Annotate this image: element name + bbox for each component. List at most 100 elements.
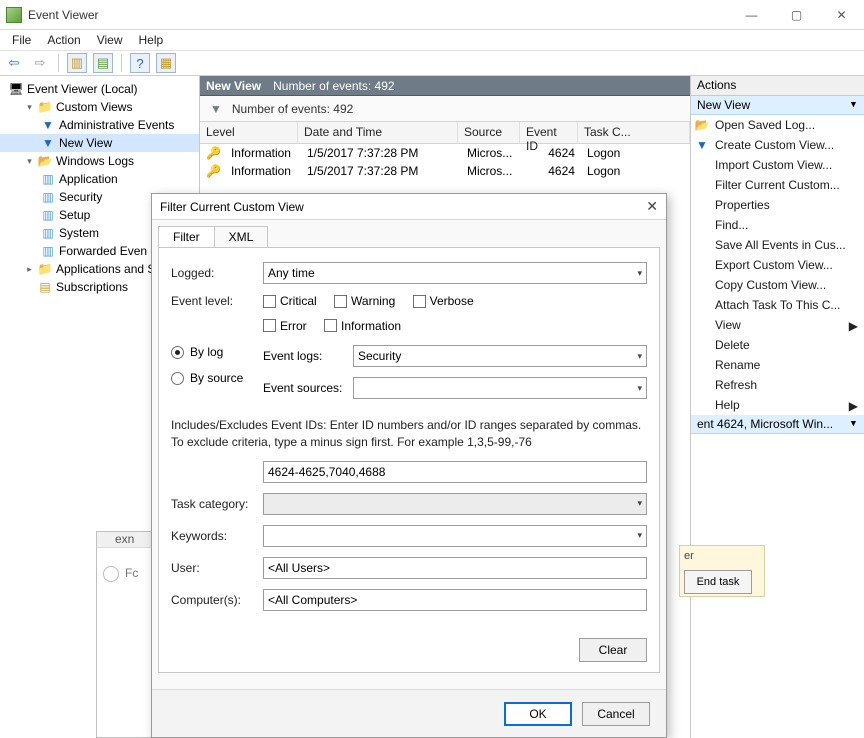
actions-section-event[interactable]: ent 4624, Microsoft Win...▲ (691, 415, 864, 434)
forward-button[interactable]: ⇨ (30, 53, 50, 73)
expand-icon[interactable]: ▸ (24, 264, 35, 275)
col-event-id[interactable]: Event ID (520, 122, 578, 143)
app-icon (6, 7, 22, 23)
event-ids-input[interactable] (263, 461, 647, 483)
action-find[interactable]: Find... (691, 215, 864, 235)
toolbar-btn-2[interactable]: ▤ (93, 53, 113, 73)
tree-root[interactable]: 🖥Event Viewer (Local) (0, 80, 199, 98)
tab-content: Logged: Any time▾ Event level: Critical … (158, 247, 660, 673)
folder-icon: 📁 (37, 99, 53, 115)
col-date[interactable]: Date and Time (298, 122, 458, 143)
bg-er-label: er (684, 550, 760, 562)
table-row[interactable]: 🔑 Information 1/5/2017 7:37:28 PM Micros… (200, 162, 690, 180)
chk-warning[interactable]: Warning (334, 294, 395, 308)
radio-by-source[interactable]: By source (171, 371, 263, 385)
action-delete[interactable]: Delete (691, 335, 864, 355)
chk-information[interactable]: Information (324, 319, 401, 333)
chk-verbose[interactable]: Verbose (413, 294, 474, 308)
col-source[interactable]: Source (458, 122, 520, 143)
ids-hint: Includes/Excludes Event IDs: Enter ID nu… (171, 417, 647, 451)
task-category-label: Task category: (171, 497, 263, 511)
action-open-saved-log[interactable]: 📂Open Saved Log... (691, 115, 864, 135)
filter-count: Number of events: 492 (232, 102, 353, 116)
table-row[interactable]: 🔑 Information 1/5/2017 7:37:28 PM Micros… (200, 144, 690, 162)
dialog-body: Filter XML Logged: Any time▾ Event level… (152, 220, 666, 689)
tree-custom-views[interactable]: ▾📁Custom Views (0, 98, 199, 116)
task-category-combo[interactable]: ▾ (263, 493, 647, 515)
dialog-titlebar: Filter Current Custom View ✕ (152, 194, 666, 220)
menu-file[interactable]: File (4, 31, 39, 49)
toolbar: ⇦ ⇨ ▥ ▤ ? ▦ (0, 50, 864, 76)
tree-new-view[interactable]: ▼New View (0, 134, 199, 152)
chk-critical[interactable]: Critical (263, 294, 317, 308)
log-icon: ▥ (40, 243, 56, 259)
actions-section-new-view[interactable]: New View▲ (691, 96, 864, 115)
col-level[interactable]: Level (200, 122, 298, 143)
menu-action[interactable]: Action (39, 31, 88, 49)
action-import-custom-view[interactable]: Import Custom View... (691, 155, 864, 175)
menubar: File Action View Help (0, 30, 864, 50)
tree-windows-logs[interactable]: ▾📂Windows Logs (0, 152, 199, 170)
filter-bar: ▼ Number of events: 492 (200, 96, 690, 122)
collapse-icon[interactable]: ▾ (24, 102, 35, 113)
dialog-footer: OK Cancel (152, 689, 666, 737)
bg-endtask-panel: er End task (679, 545, 765, 597)
action-create-custom-view[interactable]: ▼Create Custom View... (691, 135, 864, 155)
clear-button[interactable]: Clear (579, 638, 647, 662)
action-copy-custom-view[interactable]: Copy Custom View... (691, 275, 864, 295)
user-input[interactable] (263, 557, 647, 579)
maximize-button[interactable]: ▢ (774, 0, 819, 30)
close-button[interactable]: ✕ (819, 0, 864, 30)
action-export-custom-view[interactable]: Export Custom View... (691, 255, 864, 275)
blank-icon (24, 282, 35, 293)
action-filter-current[interactable]: Filter Current Custom... (691, 175, 864, 195)
toolbar-separator (121, 54, 122, 72)
minimize-button[interactable]: — (729, 0, 774, 30)
ok-button[interactable]: OK (504, 702, 572, 726)
event-level-label: Event level: (171, 294, 263, 308)
toolbar-btn-3[interactable]: ▦ (156, 53, 176, 73)
dialog-close-button[interactable]: ✕ (646, 198, 658, 215)
event-sources-label: Event sources: (263, 381, 353, 395)
user-label: User: (171, 561, 263, 575)
folder-icon: 📁 (37, 261, 53, 277)
action-save-all-events[interactable]: Save All Events in Cus... (691, 235, 864, 255)
grid-header: Level Date and Time Source Event ID Task… (200, 122, 690, 144)
action-properties[interactable]: Properties (691, 195, 864, 215)
chevron-down-icon: ▾ (637, 498, 642, 509)
keywords-combo[interactable]: ▾ (263, 525, 647, 547)
cancel-button[interactable]: Cancel (582, 702, 650, 726)
radio-by-log[interactable]: By log (171, 345, 263, 359)
computers-input[interactable] (263, 589, 647, 611)
end-task-button[interactable]: End task (684, 570, 752, 594)
tree-application[interactable]: ▥Application (0, 170, 199, 188)
collapse-icon[interactable]: ▾ (24, 156, 35, 167)
computer-icon: 🖥 (8, 81, 24, 97)
tab-filter[interactable]: Filter (158, 226, 215, 247)
logged-combo[interactable]: Any time▾ (263, 262, 647, 284)
col-task[interactable]: Task C... (578, 122, 690, 143)
action-view[interactable]: View▶ (691, 315, 864, 335)
toolbar-separator (58, 54, 59, 72)
tab-xml[interactable]: XML (214, 226, 269, 247)
chevron-right-icon: ▶ (849, 319, 858, 333)
chevron-down-icon: ▾ (637, 351, 642, 362)
menu-help[interactable]: Help (131, 31, 172, 49)
log-icon: ▥ (40, 207, 56, 223)
menu-view[interactable]: View (89, 31, 131, 49)
action-help[interactable]: Help▶ (691, 395, 864, 415)
event-logs-combo[interactable]: Security▾ (353, 345, 647, 367)
funnel-icon: ▼ (40, 135, 56, 151)
back-button[interactable]: ⇦ (4, 53, 24, 73)
action-attach-task[interactable]: Attach Task To This C... (691, 295, 864, 315)
action-refresh[interactable]: Refresh (691, 375, 864, 395)
tree-admin-events[interactable]: ▼Administrative Events (0, 116, 199, 134)
actions-pane: Actions New View▲ 📂Open Saved Log... ▼Cr… (690, 76, 864, 738)
window-titlebar: Event Viewer — ▢ ✕ (0, 0, 864, 30)
event-sources-combo[interactable]: ▾ (353, 377, 647, 399)
toolbar-help-button[interactable]: ? (130, 53, 150, 73)
chk-error[interactable]: Error (263, 319, 307, 333)
action-rename[interactable]: Rename (691, 355, 864, 375)
center-header: New View Number of events: 492 (200, 76, 690, 96)
toolbar-btn-1[interactable]: ▥ (67, 53, 87, 73)
